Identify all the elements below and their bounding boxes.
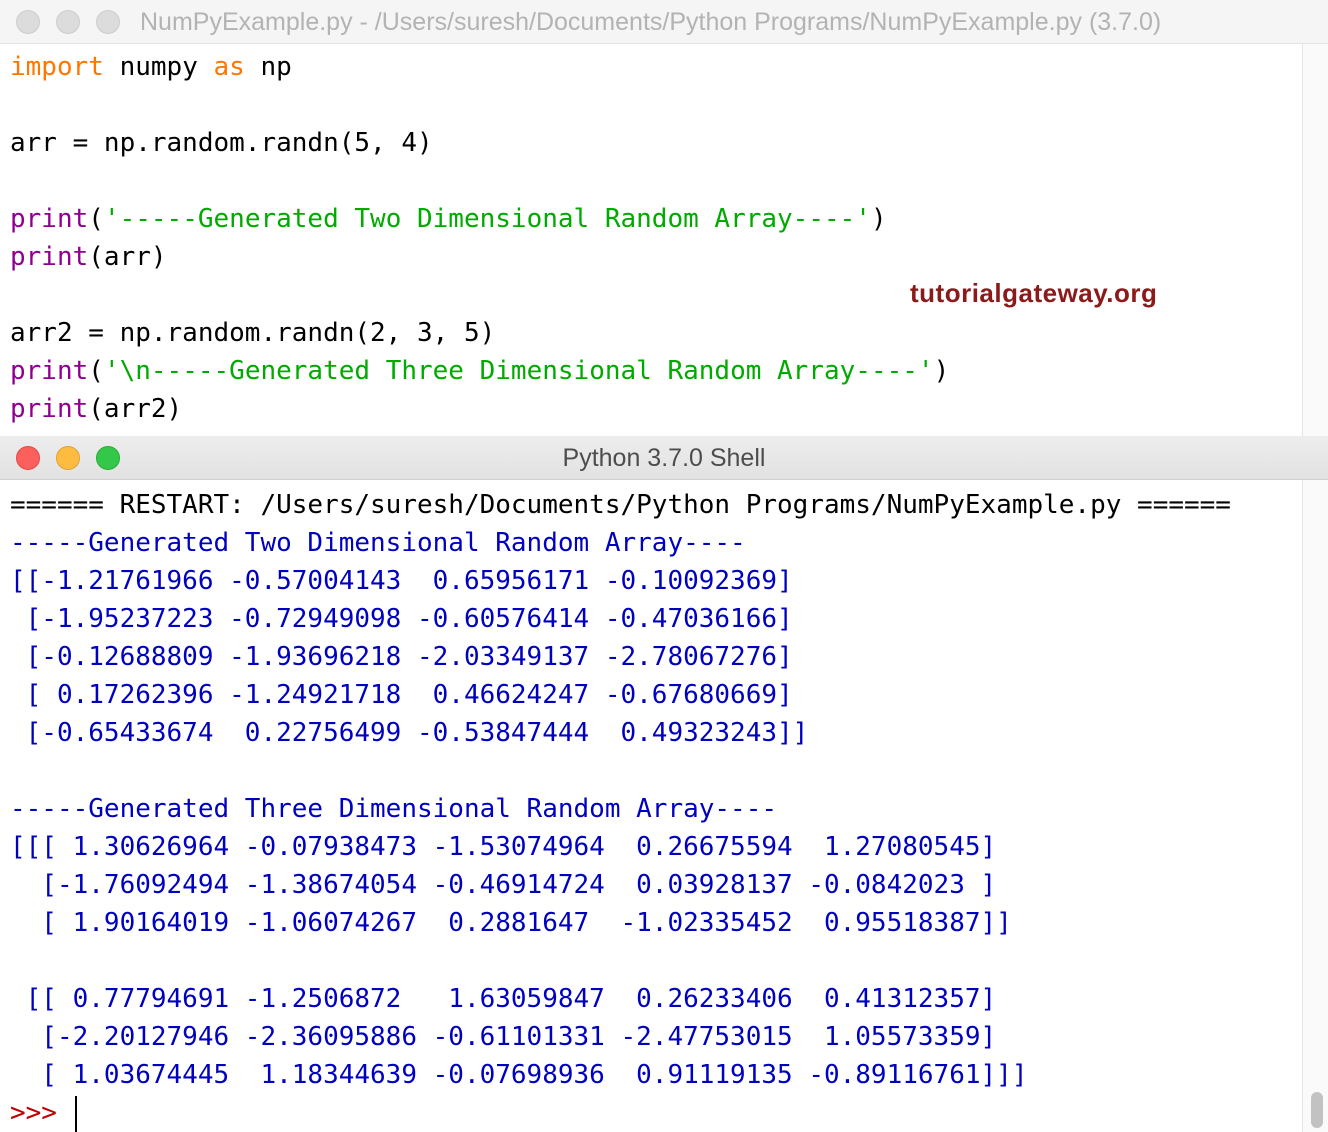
- code-line-3: arr = np.random.randn(5, 4): [10, 124, 949, 162]
- code-text: (: [88, 204, 104, 234]
- code-text: np: [244, 52, 292, 82]
- shell-scrollbar-thumb[interactable]: [1311, 1092, 1323, 1128]
- output-line: [[-1.21761966 -0.57004143 0.65956171 -0.…: [10, 566, 793, 596]
- builtin-print: print: [10, 204, 89, 234]
- code-line-6: print(arr): [10, 238, 949, 276]
- code-text: numpy: [103, 52, 214, 82]
- code-line-1: import numpy as np: [10, 48, 949, 86]
- code-text: arr = np.random.randn(5, 4): [10, 128, 433, 158]
- output-line: [ 0.17262396 -1.24921718 0.46624247 -0.6…: [10, 680, 793, 710]
- code-text: (: [88, 356, 104, 386]
- editor-scrollbar[interactable]: [1302, 44, 1328, 436]
- shell-titlebar[interactable]: Python 3.7.0 Shell: [0, 436, 1328, 480]
- code-editor[interactable]: import numpy as np arr = np.random.randn(…: [10, 48, 949, 428]
- code-text: (arr): [88, 242, 167, 272]
- code-line-5: print('-----Generated Two Dimensional Ra…: [10, 200, 949, 238]
- output-line: -----Generated Two Dimensional Random Ar…: [10, 528, 746, 558]
- string-literal: '-----Generated Two Dimensional Random A…: [103, 204, 871, 234]
- prompt-line[interactable]: >>>: [10, 1094, 1231, 1132]
- output-line: -----Generated Three Dimensional Random …: [10, 794, 778, 824]
- restart-line: ====== RESTART: /Users/suresh/Documents/…: [10, 490, 1231, 520]
- code-line-9: print('\n-----Generated Three Dimensiona…: [10, 352, 949, 390]
- editor-titlebar[interactable]: NumPyExample.py - /Users/suresh/Document…: [0, 0, 1328, 44]
- watermark-logo: tutorialgateway.org: [910, 278, 1158, 308]
- string-literal: '\n-----Generated Three Dimensional Rand…: [103, 356, 934, 386]
- code-line-8: arr2 = np.random.randn(2, 3, 5): [10, 314, 949, 352]
- builtin-print: print: [10, 394, 89, 424]
- output-line: [-1.95237223 -0.72949098 -0.60576414 -0.…: [10, 604, 793, 634]
- text-cursor: [74, 1095, 77, 1132]
- output-line: [ 1.90164019 -1.06074267 0.2881647 -1.02…: [10, 908, 1012, 938]
- shell-output[interactable]: ====== RESTART: /Users/suresh/Documents/…: [10, 486, 1231, 1132]
- zoom-window-icon[interactable]: [96, 10, 120, 34]
- builtin-print: print: [10, 242, 89, 272]
- builtin-print: print: [10, 356, 89, 386]
- output-line: [[ 0.77794691 -1.2506872 1.63059847 0.26…: [10, 984, 997, 1014]
- output-line: [-0.12688809 -1.93696218 -2.03349137 -2.…: [10, 642, 793, 672]
- code-text: ): [933, 356, 950, 386]
- minimize-window-icon[interactable]: [56, 10, 80, 34]
- output-line: [-0.65433674 0.22756499 -0.53847444 0.49…: [10, 718, 809, 748]
- output-line: [-2.20127946 -2.36095886 -0.61101331 -2.…: [10, 1022, 997, 1052]
- shell-window-title: Python 3.7.0 Shell: [562, 444, 766, 472]
- keyword-import: import: [10, 52, 104, 82]
- output-line: [ 1.03674445 1.18344639 -0.07698936 0.91…: [10, 1060, 1028, 1090]
- code-text: ): [870, 204, 887, 234]
- code-text: (arr2): [88, 394, 183, 424]
- output-line: [[[ 1.30626964 -0.07938473 -1.53074964 0…: [10, 832, 997, 862]
- editor-window-title: NumPyExample.py - /Users/suresh/Document…: [140, 8, 1162, 36]
- shell-scrollbar[interactable]: [1302, 480, 1328, 1132]
- close-window-icon[interactable]: [16, 10, 40, 34]
- output-line: [-1.76092494 -1.38674054 -0.46914724 0.0…: [10, 870, 997, 900]
- shell-window: Python 3.7.0 Shell ====== RESTART: /User…: [0, 436, 1328, 1132]
- code-line-10: print(arr2): [10, 390, 949, 428]
- keyword-as: as: [213, 52, 245, 82]
- shell-prompt: >>>: [10, 1098, 73, 1128]
- code-text: arr2 = np.random.randn(2, 3, 5): [10, 318, 496, 348]
- editor-window: NumPyExample.py - /Users/suresh/Document…: [0, 0, 1328, 436]
